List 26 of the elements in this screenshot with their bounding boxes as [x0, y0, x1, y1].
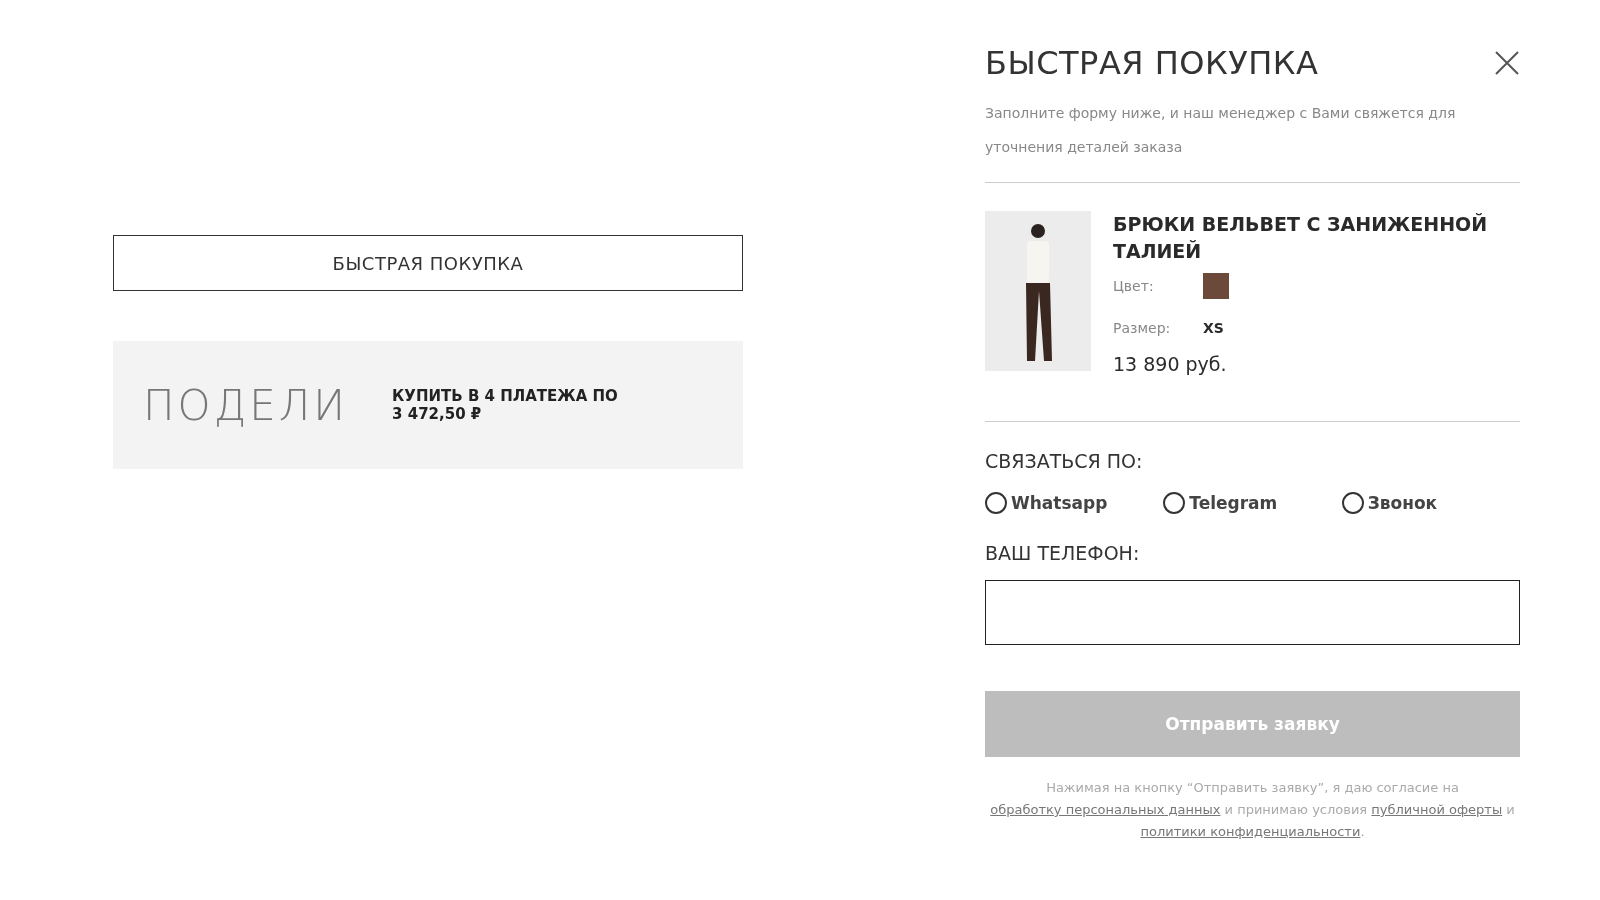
installments-amount: 3 472,50 ₽ — [392, 405, 483, 423]
modal-subtitle: Заполните форму ниже, и наш менеджер с Вами свяжется для уточнения деталей заказа — [985, 104, 1457, 157]
close-icon[interactable] — [1494, 50, 1520, 76]
contact-label: СВЯЗАТЬСЯ ПО: — [985, 450, 1144, 472]
consent-link[interactable]: обработку персональных данных — [990, 802, 1221, 817]
color-label: Цвет: — [1113, 278, 1155, 294]
phone-label: ВАШ ТЕЛЕФОН: — [985, 542, 1141, 564]
installments-banner[interactable]: ПОДЕЛИ КУПИТЬ В 4 ПЛАТЕЖА ПО 3 472,50 ₽ — [113, 341, 743, 469]
consent-link[interactable]: публичной оферты — [1371, 802, 1503, 817]
radio-button[interactable] — [1163, 492, 1186, 514]
quick-buy-button[interactable]: БЫСТРАЯ ПОКУПКА — [113, 235, 743, 291]
size-label: Размер: — [1113, 320, 1172, 336]
product-price: 13 890 руб. — [1113, 353, 1228, 375]
installments-text: КУПИТЬ В 4 ПЛАТЕЖА ПО — [392, 387, 618, 405]
phone-input-field[interactable] — [985, 580, 1520, 645]
consent-link[interactable]: политики конфиденциальности — [1140, 824, 1361, 839]
radio-button[interactable] — [1341, 492, 1364, 514]
contact-option[interactable]: Whatsapp — [985, 492, 1164, 514]
product-name: БРЮКИ ВЕЛЬВЕТ С ЗАНИЖЕННОЙ ТАЛИЕЙ — [1113, 212, 1489, 264]
consent-text: Нажимая на кнопку “Отправить заявку”, я даю согласие на обработку персональных данных и принимаю условия публичной оферты и политики конфиденциальности. — [989, 779, 1516, 841]
contact-option[interactable]: Звонок — [1341, 492, 1520, 514]
podeli-logo: ПОДЕЛИ — [143, 380, 349, 430]
size-value: XS — [1203, 320, 1224, 336]
modal-title: БЫСТРАЯ ПОКУПКА — [985, 44, 1319, 82]
radio-button[interactable] — [985, 492, 1007, 514]
contact-option[interactable]: Telegram — [1163, 492, 1342, 514]
